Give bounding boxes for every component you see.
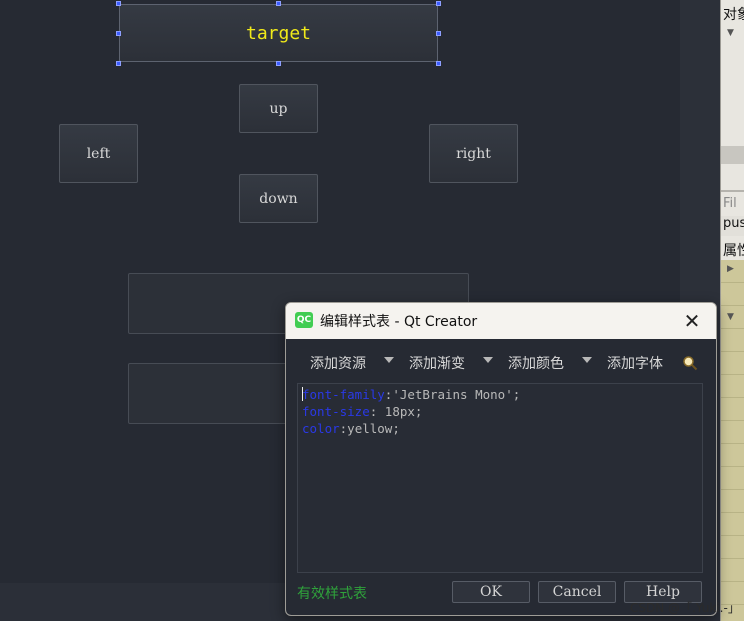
css-value: yellow; — [347, 421, 400, 436]
add-gradient-button[interactable]: 添加渐变 — [409, 353, 465, 373]
selection-handle[interactable] — [116, 61, 121, 66]
chevron-right-icon[interactable]: ▶ — [727, 264, 734, 274]
selection-handle[interactable] — [276, 1, 281, 6]
dialog-body: 添加资源 添加渐变 添加颜色 添加字体 font-family:'JetBrai… — [286, 339, 716, 615]
css-value: 'JetBrains Mono'; — [392, 387, 521, 402]
search-icon[interactable] — [682, 355, 698, 375]
object-inspector-title: 对象 — [723, 7, 744, 23]
ok-button[interactable]: OK — [452, 581, 530, 603]
selection-handle[interactable] — [116, 1, 121, 6]
selection-handle[interactable] — [116, 31, 121, 36]
stylesheet-editor[interactable]: font-family:'JetBrains Mono'; font-size:… — [297, 383, 703, 573]
add-resource-dropdown-icon[interactable] — [384, 357, 394, 363]
down-button[interactable]: down — [239, 174, 318, 223]
stylesheet-toolbar: 添加资源 添加渐变 添加颜色 添加字体 — [286, 345, 716, 381]
cancel-button[interactable]: Cancel — [538, 581, 616, 603]
left-button[interactable]: left — [59, 124, 138, 183]
chevron-down-icon[interactable]: ▼ — [727, 312, 734, 322]
dialog-title: 编辑样式表 - Qt Creator — [320, 314, 478, 330]
css-line: font-size: 18px; — [302, 404, 423, 419]
selection-handle[interactable] — [436, 31, 441, 36]
up-button[interactable]: up — [239, 84, 318, 133]
object-tree-row[interactable] — [721, 146, 744, 164]
validity-status: 有效样式表 — [297, 586, 367, 602]
add-font-button[interactable]: 添加字体 — [607, 353, 663, 373]
target-button[interactable]: target — [119, 4, 438, 62]
dialog-titlebar[interactable]: QC 编辑样式表 - Qt Creator ✕ — [286, 303, 716, 339]
add-color-dropdown-icon[interactable] — [582, 357, 592, 363]
right-button[interactable]: right — [429, 124, 518, 183]
selected-object-label: pus — [721, 216, 744, 236]
add-gradient-dropdown-icon[interactable] — [483, 357, 493, 363]
css-line: color:yellow; — [302, 421, 400, 436]
chevron-down-icon[interactable]: ▼ — [727, 28, 734, 38]
side-panel: 对象 ▼ Fil pus 属性 ▶ ▼ — [720, 0, 744, 621]
css-property: font-size — [302, 404, 370, 419]
panel-divider[interactable] — [721, 190, 744, 192]
property-column-header: 属性 — [723, 243, 744, 259]
selection-handle[interactable] — [276, 61, 281, 66]
qt-creator-icon: QC — [295, 312, 313, 328]
add-color-button[interactable]: 添加颜色 — [508, 353, 564, 373]
selection-handle[interactable] — [436, 1, 441, 6]
css-property: color — [302, 421, 340, 436]
css-property: font-family — [302, 387, 385, 402]
css-line: font-family:'JetBrains Mono'; — [302, 387, 521, 402]
property-filter-input[interactable]: Fil — [723, 196, 737, 211]
watermark: CSDN @「.Yuki.-」 — [630, 601, 740, 615]
form-widget-box[interactable] — [128, 363, 288, 424]
property-list[interactable]: ▶ ▼ — [721, 260, 744, 621]
close-icon[interactable]: ✕ — [678, 308, 706, 334]
selection-handle[interactable] — [436, 61, 441, 66]
add-resource-button[interactable]: 添加资源 — [310, 353, 366, 373]
css-value: 18px; — [377, 404, 423, 419]
edit-stylesheet-dialog: QC 编辑样式表 - Qt Creator ✕ 添加资源 添加渐变 添加颜色 添… — [285, 302, 717, 616]
